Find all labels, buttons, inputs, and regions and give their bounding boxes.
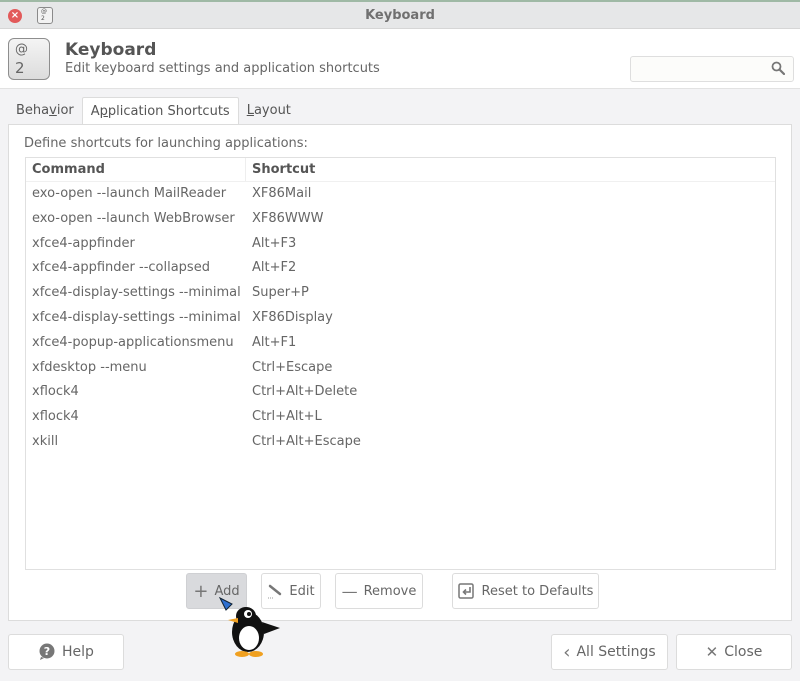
icon-text-bottom: 2 [15, 59, 25, 77]
shortcut-cell: Ctrl+Escape [252, 359, 333, 375]
table-row[interactable]: xfce4-appfinder Alt+F3 [26, 232, 775, 257]
all-settings-button[interactable]: ‹ All Settings [551, 634, 668, 670]
help-label: Help [62, 644, 94, 660]
command-cell: xflock4 [32, 384, 79, 400]
table-row[interactable]: exo-open --launch MailReader XF86Mail [26, 182, 775, 207]
table-row[interactable]: xfce4-popup-applicationsmenu Alt+F1 [26, 331, 775, 356]
tab-bar: Behavior Application Shortcuts Layout [8, 97, 299, 125]
tab-layout[interactable]: Layout [239, 97, 299, 125]
edit-label: Edit [289, 583, 315, 599]
icon-text-top: @ [15, 42, 28, 57]
shortcut-cell: XF86WWW [252, 210, 324, 226]
plus-icon: + [193, 580, 209, 602]
help-button[interactable]: ? Help [8, 634, 124, 670]
shortcut-cell: Super+P [252, 285, 309, 301]
window-title: Keyboard [365, 8, 435, 23]
column-header-shortcut[interactable]: Shortcut [246, 158, 315, 181]
table-row[interactable]: xfce4-display-settings --minimal Super+P [26, 281, 775, 306]
close-label: Close [724, 644, 763, 660]
table-row[interactable]: xflock4 Ctrl+Alt+L [26, 405, 775, 430]
header: @ 2 Keyboard Edit keyboard settings and … [0, 29, 800, 89]
remove-button[interactable]: — Remove [335, 573, 423, 609]
shortcuts-list[interactable]: Command Shortcut exo-open --launch MailR… [25, 157, 776, 570]
command-cell: xfce4-popup-applicationsmenu [32, 334, 234, 350]
all-settings-label: All Settings [576, 644, 656, 660]
shortcut-cell: XF86Display [252, 309, 333, 325]
keyboard-app-icon: @ 2 [8, 38, 50, 80]
list-actions: + Add Edit — Remove Reset to Defaults [9, 573, 791, 609]
command-cell: xfce4-appfinder --collapsed [32, 260, 210, 276]
shortcut-cell: Ctrl+Alt+Delete [252, 384, 358, 400]
column-header-command[interactable]: Command [26, 158, 246, 181]
chevron-left-icon: ‹ [563, 641, 571, 663]
reset-label: Reset to Defaults [481, 583, 594, 599]
shortcut-cell: Alt+F2 [252, 260, 297, 276]
command-cell: xflock4 [32, 409, 79, 425]
title-bar: × @2 Keyboard [0, 0, 800, 29]
table-row[interactable]: xflock4 Ctrl+Alt+Delete [26, 380, 775, 405]
command-cell: exo-open --launch WebBrowser [32, 210, 235, 226]
reset-icon [457, 583, 474, 599]
help-icon: ? [39, 643, 55, 660]
svg-text:?: ? [44, 645, 50, 658]
command-cell: xfce4-display-settings --minimal [32, 285, 241, 301]
minus-icon: — [341, 581, 358, 601]
command-cell: xfce4-display-settings --minimal [32, 309, 241, 325]
shortcuts-panel: Define shortcuts for launching applicati… [8, 124, 792, 621]
shortcut-cell: XF86Mail [252, 186, 312, 201]
shortcut-cell: Alt+F1 [252, 334, 297, 350]
shortcut-cell: Ctrl+Alt+L [252, 409, 322, 425]
table-row[interactable]: xfce4-display-settings --minimal XF86Disp… [26, 306, 775, 331]
search-box[interactable] [630, 56, 794, 82]
search-input[interactable] [631, 57, 761, 81]
shortcut-cell: Alt+F3 [252, 235, 297, 251]
table-row[interactable]: exo-open --launch WebBrowser XF86WWW [26, 207, 775, 232]
table-row[interactable]: xkill Ctrl+Alt+Escape [26, 430, 775, 455]
command-cell: xfdesktop --menu [32, 359, 147, 375]
panel-label: Define shortcuts for launching applicati… [24, 136, 308, 151]
close-button[interactable]: ✕ Close [676, 634, 792, 670]
table-row[interactable]: xfce4-appfinder --collapsed Alt+F2 [26, 256, 775, 281]
tab-behavior[interactable]: Behavior [8, 97, 82, 125]
command-cell: exo-open --launch MailReader [32, 186, 227, 201]
shortcut-cell: Ctrl+Alt+Escape [252, 433, 361, 449]
command-cell: xfce4-appfinder [32, 235, 135, 251]
penguin-cursor-icon [218, 596, 280, 657]
page-title: Keyboard [65, 40, 157, 60]
close-x-icon: ✕ [705, 643, 719, 661]
reset-to-defaults-button[interactable]: Reset to Defaults [452, 573, 599, 609]
list-header: Command Shortcut [26, 158, 775, 182]
page-subtitle: Edit keyboard settings and application s… [65, 61, 380, 76]
search-icon[interactable] [771, 61, 785, 75]
command-cell: xkill [32, 433, 59, 449]
tab-application-shortcuts[interactable]: Application Shortcuts [81, 97, 239, 125]
remove-label: Remove [363, 583, 417, 599]
table-row[interactable]: xfdesktop --menu Ctrl+Escape [26, 356, 775, 381]
